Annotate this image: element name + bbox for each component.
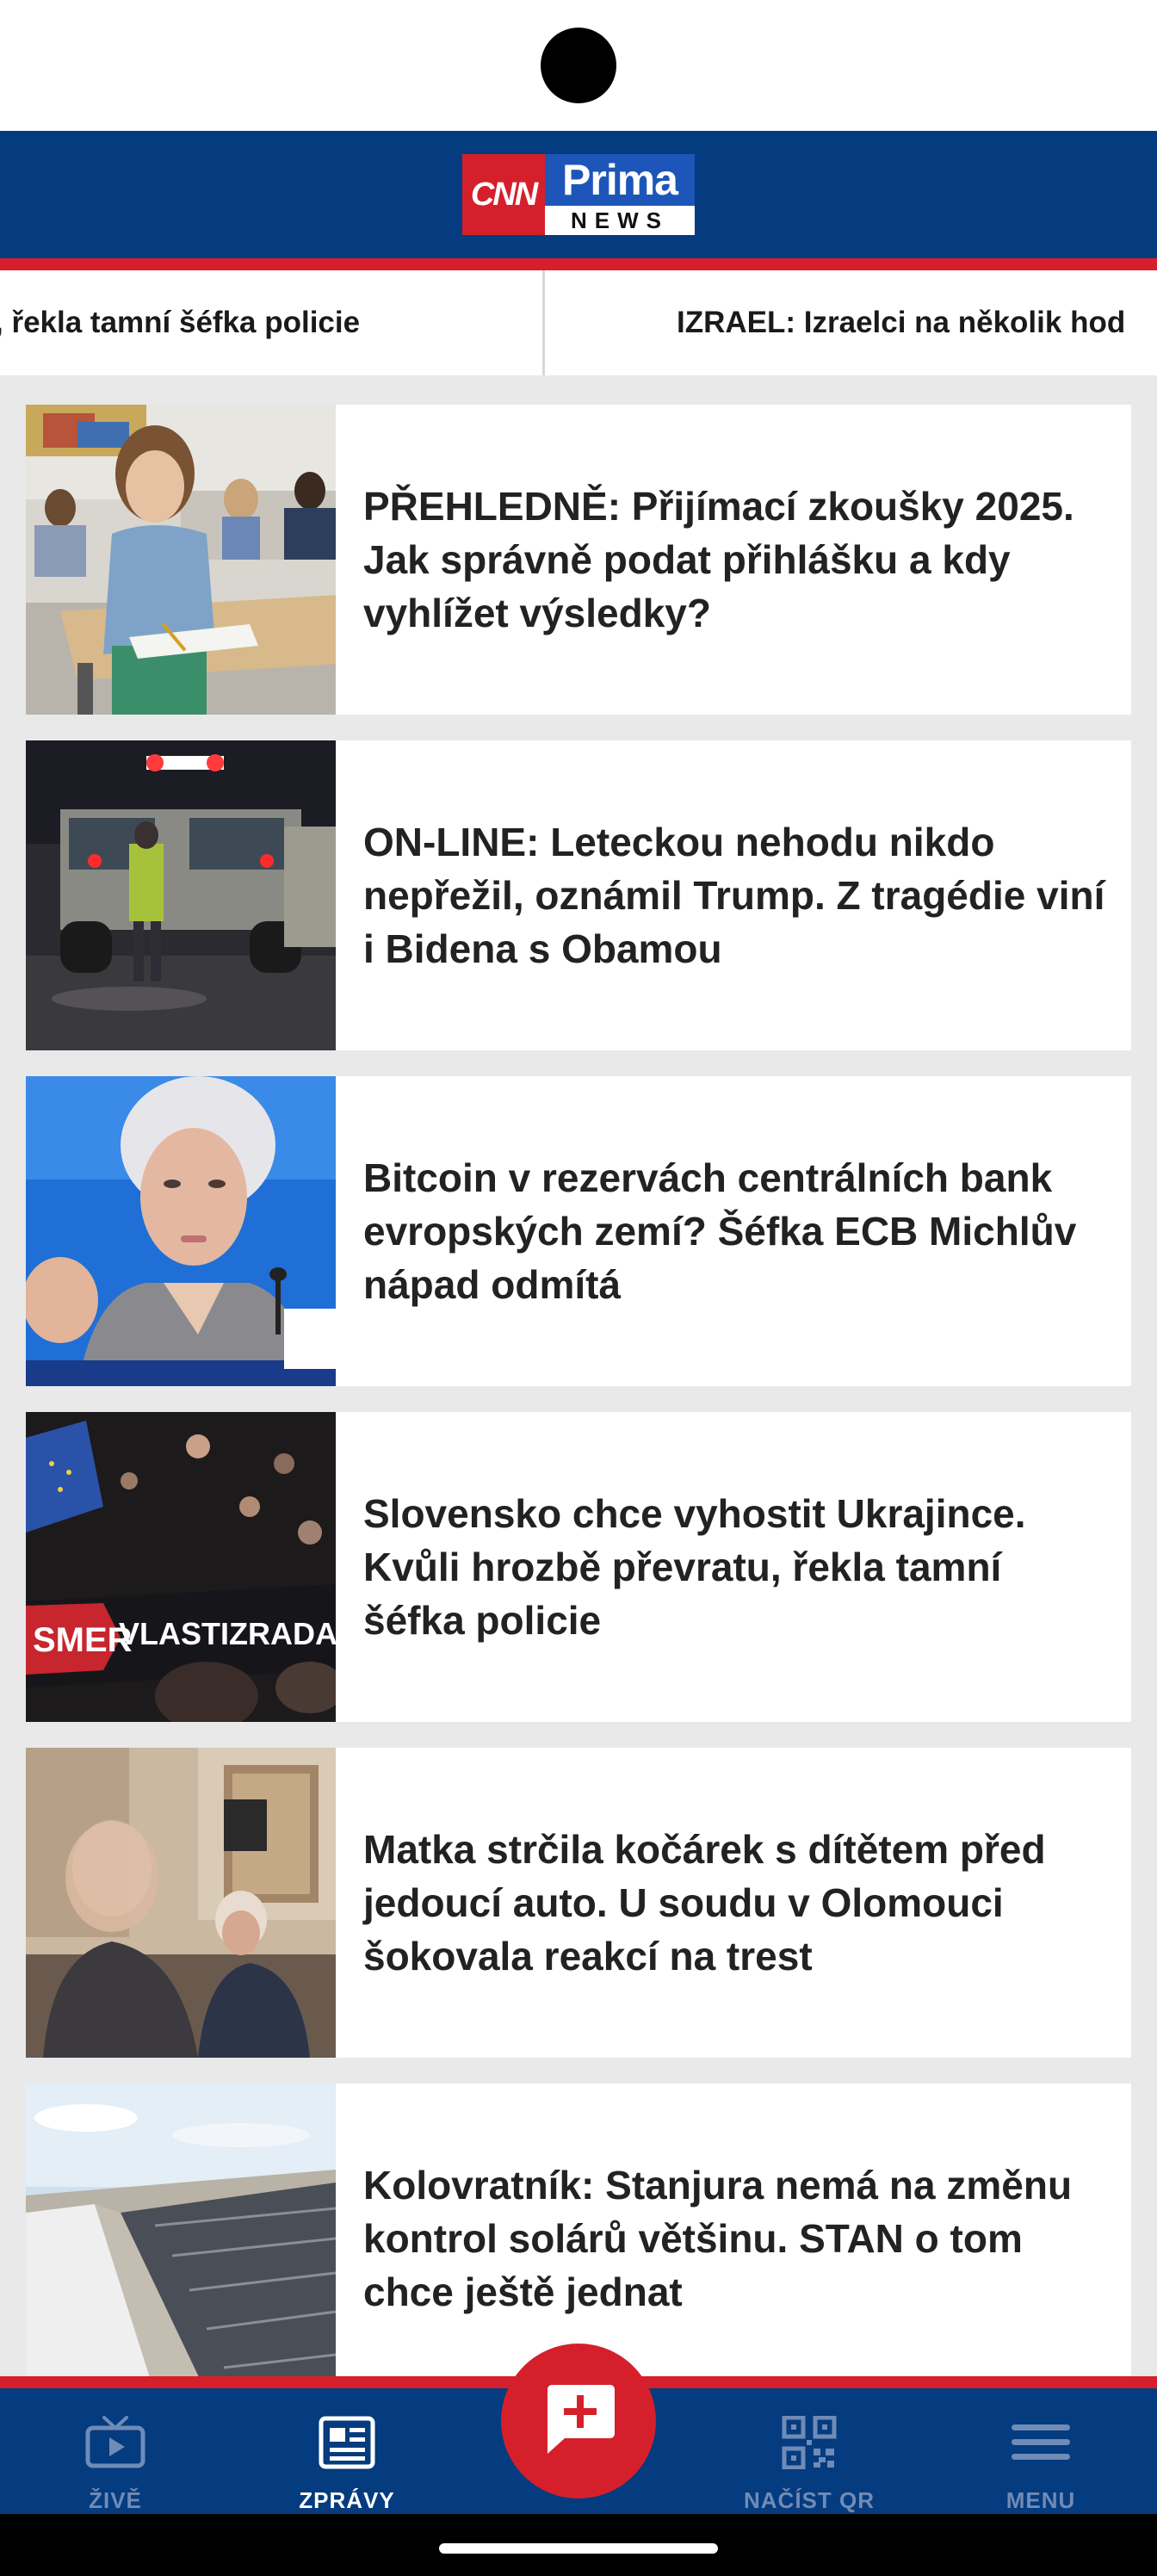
nav-item-live[interactable]: ŽIVĚ [29, 2388, 201, 2514]
logo-news-text: NEWS [545, 206, 695, 235]
article-card[interactable]: ON-LINE: Leteckou nehodu nikdo nepřežil,… [26, 740, 1131, 1050]
camera-cutout [541, 28, 616, 103]
article-card[interactable]: Kolovratník: Stanjura nemá na změnu kont… [26, 2084, 1131, 2376]
article-card[interactable]: Bitcoin v rezervách centrálních bank evr… [26, 1076, 1131, 1386]
article-title[interactable]: ON-LINE: Leteckou nehodu nikdo nepřežil,… [336, 740, 1131, 1050]
article-thumbnail-court [26, 1748, 336, 2058]
article-card[interactable]: PŘEHLEDNĚ: Přijímací zkoušky 2025. Jak s… [26, 405, 1131, 715]
article-card[interactable]: Matka strčila kočárek s dítětem před jed… [26, 1748, 1131, 2058]
nav-item-news[interactable]: ZPRÁVY [261, 2388, 433, 2514]
article-title[interactable]: Bitcoin v rezervách centrálních bank evr… [336, 1076, 1131, 1386]
article-title[interactable]: Kolovratník: Stanjura nemá na změnu kont… [336, 2084, 1131, 2376]
report-news-button[interactable] [501, 2344, 656, 2499]
chat-plus-icon [539, 2381, 618, 2461]
system-navigation-bar [0, 2514, 1157, 2576]
article-title[interactable]: PŘEHLEDNĚ: Přijímací zkoušky 2025. Jak s… [336, 405, 1131, 715]
nav-label-news: ZPRÁVY [299, 2487, 395, 2513]
nav-item-qr[interactable]: NAČÍST QR [723, 2388, 895, 2514]
nav-item-menu[interactable]: MENU [955, 2388, 1127, 2514]
cnn-prima-news-logo[interactable]: CNN Prima NEWS [462, 154, 695, 235]
ticker-divider [542, 270, 545, 375]
article-title[interactable]: Slovensko chce vyhostit Ukrajince. Kvůli… [336, 1412, 1131, 1722]
hamburger-menu-icon [1010, 2416, 1072, 2474]
status-bar [0, 0, 1157, 131]
ticker-item[interactable]: , řekla tamní šéfka policie [0, 270, 360, 375]
breaking-news-ticker[interactable]: , řekla tamní šéfka policie IZRAEL: Izra… [0, 270, 1157, 375]
article-thumbnail-protest: SMER VLASTIZRADA [26, 1412, 336, 1722]
article-title[interactable]: Matka strčila kočárek s dítětem před jed… [336, 1748, 1131, 2058]
article-thumbnail-crash-site [26, 740, 336, 1050]
logo-prima-text: Prima [545, 154, 695, 206]
article-feed[interactable]: PŘEHLEDNĚ: Přijímací zkoušky 2025. Jak s… [0, 375, 1157, 2376]
article-thumbnail-solar [26, 2084, 336, 2376]
header-red-stripe [0, 258, 1157, 270]
protest-sign-right-text: VLASTIZRADA [119, 1616, 336, 1651]
tv-icon [85, 2416, 145, 2474]
nav-label-menu: MENU [1005, 2487, 1076, 2513]
protest-sign-left-text: SMER [33, 1621, 133, 1659]
qr-code-icon [781, 2415, 838, 2474]
logo-cnn-text: CNN [462, 154, 545, 235]
article-thumbnail-ecb [26, 1076, 336, 1386]
nav-label-qr: NAČÍST QR [744, 2487, 875, 2513]
home-gesture-pill[interactable] [439, 2543, 718, 2554]
article-card[interactable]: SMER VLASTIZRADA Slovensko chce vyhostit… [26, 1412, 1131, 1722]
ticker-item[interactable]: IZRAEL: Izraelci na několik hod [677, 270, 1125, 375]
nav-label-live: ŽIVĚ [89, 2487, 142, 2513]
article-thumbnail-exam [26, 405, 336, 715]
app-header: CNN Prima NEWS [0, 131, 1157, 258]
newspaper-icon [319, 2416, 375, 2474]
